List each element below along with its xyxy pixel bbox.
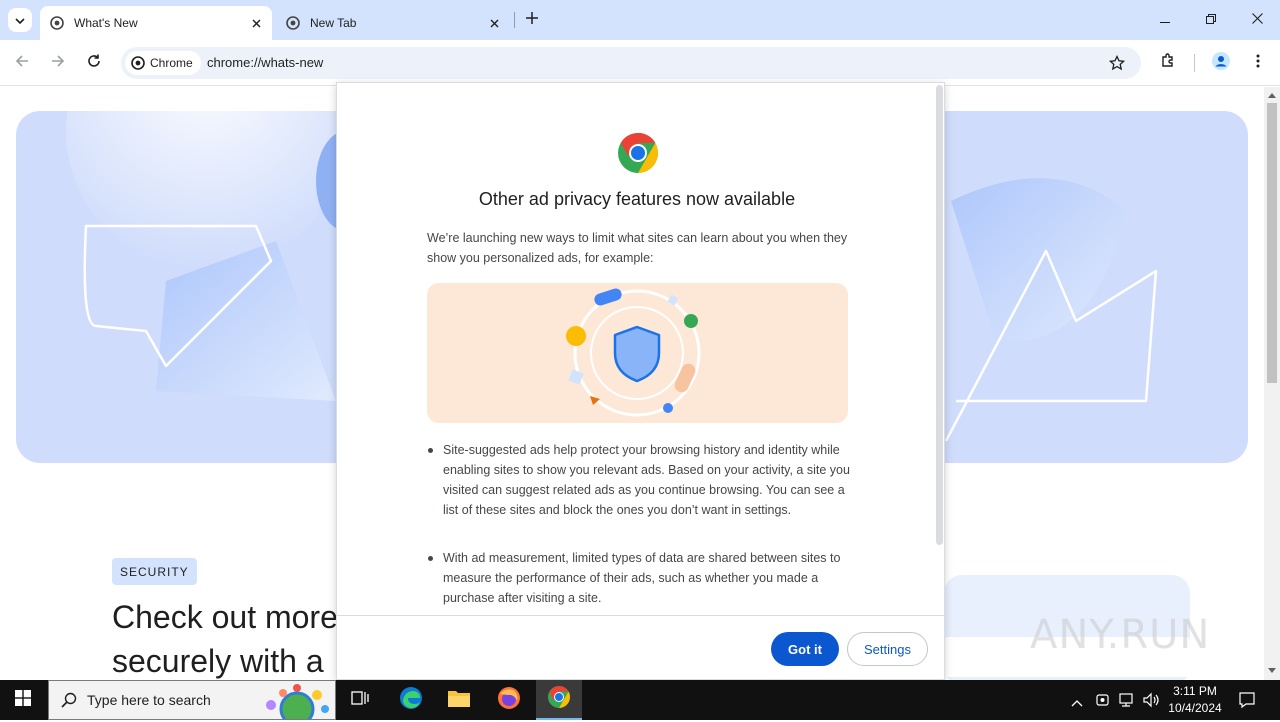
edge-taskbar-button[interactable]: [388, 680, 434, 720]
task-view-icon: [351, 690, 369, 711]
bullet-site-suggested-ads: Site-suggested ads help protect your bro…: [427, 440, 852, 520]
url-text[interactable]: chrome://whats-new: [207, 55, 323, 70]
bullet-ad-measurement: With ad measurement, limited types of da…: [427, 548, 852, 608]
tab-divider: [514, 12, 515, 28]
back-button[interactable]: [8, 49, 36, 77]
avatar-icon: [1212, 51, 1230, 75]
close-icon[interactable]: [484, 13, 504, 33]
arrow-left-icon: [15, 54, 29, 73]
kebab-menu-icon: [1256, 54, 1260, 73]
dialog-scroll-thumb[interactable]: [936, 85, 943, 545]
task-view-button[interactable]: [337, 680, 383, 720]
close-window-button[interactable]: [1234, 0, 1280, 40]
forward-button[interactable]: [44, 49, 72, 77]
ad-privacy-dialog: Other ad privacy features now available …: [336, 82, 945, 680]
chrome-icon: [547, 685, 571, 714]
tab-title: New Tab: [310, 16, 357, 30]
close-icon[interactable]: [246, 13, 266, 33]
got-it-button[interactable]: Got it: [771, 632, 839, 666]
extensions-button[interactable]: [1154, 49, 1182, 77]
security-badge: SECURITY: [112, 558, 197, 585]
clock-time: 3:11 PM: [1173, 684, 1217, 698]
dialog-footer: Got it Settings: [337, 615, 944, 679]
puzzle-icon: [1160, 52, 1176, 74]
watermark-logo: ANY.RUN: [1030, 612, 1211, 658]
meet-now-icon[interactable]: [1095, 692, 1111, 713]
taskbar-clock[interactable]: 3:11 PM 10/4/2024: [1162, 683, 1228, 717]
tab-whats-new[interactable]: What's New: [40, 6, 272, 40]
search-icon: [61, 692, 77, 708]
tab-new-tab[interactable]: New Tab: [276, 6, 510, 40]
minimize-button[interactable]: [1142, 0, 1188, 40]
chrome-logo-icon: [617, 132, 659, 179]
browser-toolbar: Chrome chrome://whats-new: [0, 40, 1280, 86]
settings-button[interactable]: Settings: [847, 632, 928, 666]
dialog-title: Other ad privacy features now available: [478, 189, 796, 209]
plus-icon: [526, 11, 538, 29]
reload-icon: [87, 54, 101, 73]
restore-button[interactable]: [1188, 0, 1234, 40]
edge-icon: [399, 686, 423, 715]
scroll-up-arrow[interactable]: [1268, 93, 1276, 98]
page-scrollbar[interactable]: [1264, 87, 1280, 680]
privacy-illustration: [427, 283, 848, 423]
scroll-thumb[interactable]: [1267, 103, 1277, 383]
chrome-icon: [131, 56, 145, 70]
dialog-intro-text: We’re launching new ways to limit what s…: [427, 231, 848, 265]
search-placeholder: Type here to search: [87, 692, 211, 708]
network-icon[interactable]: [1118, 692, 1136, 713]
menu-button[interactable]: [1244, 49, 1272, 77]
site-info-chip[interactable]: Chrome: [125, 51, 201, 75]
chip-label: Chrome: [150, 56, 193, 70]
clock-date: 10/4/2024: [1168, 701, 1222, 715]
tray-overflow-icon[interactable]: [1071, 694, 1083, 712]
headline-line: Check out more: [112, 599, 338, 635]
tab-strip: What's New New Tab: [0, 0, 1280, 40]
page-headline: Check out more securely with a: [112, 595, 372, 680]
notifications-icon[interactable]: [1238, 691, 1256, 714]
profile-button[interactable]: [1207, 49, 1235, 77]
taskbar-search-box[interactable]: Type here to search: [48, 680, 336, 722]
restore-icon: [1206, 11, 1216, 29]
new-tab-button[interactable]: [520, 8, 544, 32]
arrow-right-icon: [51, 54, 65, 73]
chrome-icon: [49, 15, 65, 31]
address-bar[interactable]: Chrome chrome://whats-new: [121, 47, 1141, 79]
star-icon[interactable]: [1108, 54, 1126, 76]
reload-button[interactable]: [80, 49, 108, 77]
folder-icon: [447, 688, 471, 713]
file-explorer-taskbar-button[interactable]: [436, 680, 482, 720]
start-button[interactable]: [0, 680, 46, 720]
firefox-taskbar-button[interactable]: [486, 680, 532, 720]
firefox-icon: [497, 686, 521, 715]
chrome-icon: [285, 15, 301, 31]
minimize-icon: [1160, 11, 1170, 29]
tab-search-button[interactable]: [8, 8, 32, 32]
windows-logo-icon: [15, 689, 31, 711]
headline-line: securely with a: [112, 643, 324, 679]
scroll-down-arrow[interactable]: [1268, 668, 1276, 673]
windows-taskbar: Type here to search 3:11 PM 10/4/2024: [0, 680, 1280, 722]
tab-title: What's New: [74, 16, 138, 30]
search-highlight-icon: [259, 683, 333, 722]
close-icon: [1251, 11, 1263, 29]
volume-icon[interactable]: [1142, 692, 1160, 713]
toolbar-divider: [1194, 54, 1195, 72]
chrome-taskbar-button[interactable]: [536, 680, 582, 720]
chevron-down-icon: [15, 11, 25, 29]
